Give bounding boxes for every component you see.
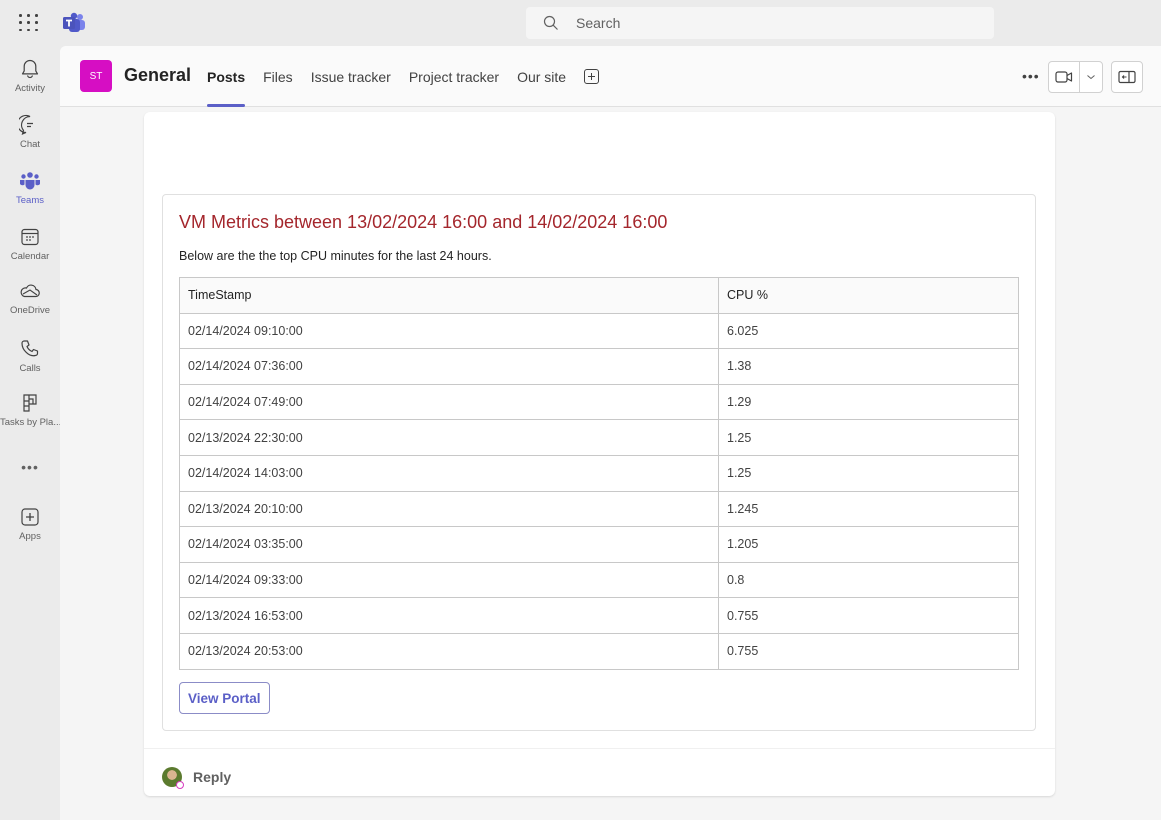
timestamp-cell: 02/14/2024 09:33:00: [179, 561, 719, 599]
timestamp-cell: 02/13/2024 20:53:00: [179, 632, 719, 670]
calendar-icon: [21, 228, 39, 246]
column-header-cpu: CPU %: [718, 277, 1019, 314]
cloud-icon: [20, 284, 40, 298]
column-header-timestamp: TimeStamp: [179, 277, 719, 314]
rail-item-teams[interactable]: Teams: [0, 162, 60, 216]
channel-tabs: Posts Files Issue tracker Project tracke…: [207, 46, 600, 107]
channel-post: VM Metrics between 13/02/2024 16:00 and …: [144, 112, 1055, 796]
more-options-button[interactable]: •••: [1022, 68, 1040, 84]
open-side-panel-button[interactable]: [1111, 61, 1143, 93]
top-bar: Search: [0, 0, 1161, 46]
timestamp-cell: 02/13/2024 20:10:00: [179, 490, 719, 528]
rail-item-calendar[interactable]: Calendar: [0, 218, 60, 272]
adaptive-card: VM Metrics between 13/02/2024 16:00 and …: [162, 194, 1036, 731]
table-row: 02/14/2024 14:03:00 1.25: [179, 454, 1019, 492]
app-launcher-icon[interactable]: [18, 13, 38, 33]
cpu-cell: 1.245: [718, 490, 1019, 528]
tab-project-tracker[interactable]: Project tracker: [409, 46, 499, 107]
channel-header: ST General Posts Files Issue tracker Pro…: [60, 46, 1161, 107]
table-row: 02/14/2024 07:49:00 1.29: [179, 383, 1019, 421]
meet-dropdown-button[interactable]: [1080, 62, 1102, 92]
search-icon: [543, 15, 558, 30]
team-avatar[interactable]: ST: [80, 60, 112, 92]
table-row: 02/13/2024 16:53:00 0.755: [179, 597, 1019, 634]
cpu-cell: 1.205: [718, 526, 1019, 563]
rail-item-tasks[interactable]: Tasks by Pla...: [0, 384, 60, 438]
tab-our-site[interactable]: Our site: [517, 46, 566, 107]
cpu-cell: 1.29: [718, 383, 1019, 421]
timestamp-cell: 02/14/2024 07:36:00: [179, 348, 719, 385]
metrics-table: TimeStamp CPU % 02/14/2024 09:10:00 6.025…: [179, 277, 1019, 670]
table-row: 02/13/2024 20:53:00 0.755: [179, 632, 1019, 670]
video-camera-icon: [1055, 71, 1073, 83]
main-area: ST General Posts Files Issue tracker Pro…: [60, 46, 1161, 820]
table-header-row: TimeStamp CPU %: [179, 277, 1019, 314]
add-apps-icon: [21, 508, 39, 526]
cpu-cell: 0.8: [718, 561, 1019, 599]
phone-icon: [21, 340, 39, 357]
timestamp-cell: 02/13/2024 22:30:00: [179, 419, 719, 456]
chat-icon: [19, 114, 33, 136]
cpu-cell: 1.25: [718, 454, 1019, 492]
rail-item-activity[interactable]: Activity: [0, 50, 60, 104]
search-placeholder: Search: [576, 15, 621, 31]
reply-bar[interactable]: Reply: [144, 748, 1055, 796]
cpu-cell: 0.755: [718, 597, 1019, 634]
card-title: VM Metrics between 13/02/2024 16:00 and …: [179, 212, 668, 232]
user-avatar: [162, 767, 184, 789]
rail-item-calls[interactable]: Calls: [0, 330, 60, 384]
channel-name: General: [124, 65, 192, 85]
reply-button[interactable]: Reply: [193, 769, 231, 785]
tab-posts[interactable]: Posts: [207, 46, 246, 107]
timestamp-cell: 02/14/2024 09:10:00: [179, 312, 719, 350]
table-row: 02/14/2024 07:36:00 1.38: [179, 348, 1019, 385]
teams-icon: [20, 172, 40, 190]
table-row: 02/13/2024 20:10:00 1.245: [179, 490, 1019, 528]
bell-icon: [21, 59, 39, 79]
presence-status-icon: [176, 781, 184, 789]
chevron-down-icon: [1087, 75, 1095, 80]
meet-now-button[interactable]: [1049, 62, 1080, 92]
rail-item-apps[interactable]: Apps: [0, 498, 60, 552]
add-tab-icon[interactable]: [584, 69, 600, 84]
tab-files[interactable]: Files: [263, 46, 293, 107]
timestamp-cell: 02/14/2024 03:35:00: [179, 526, 719, 563]
rail-item-onedrive[interactable]: OneDrive: [0, 272, 60, 326]
search-input[interactable]: Search: [526, 7, 994, 39]
cpu-cell: 0.755: [718, 632, 1019, 670]
table-row: 02/14/2024 09:10:00 6.025: [179, 312, 1019, 350]
table-row: 02/14/2024 09:33:00 0.8: [179, 561, 1019, 599]
timestamp-cell: 02/14/2024 14:03:00: [179, 454, 719, 492]
timestamp-cell: 02/14/2024 07:49:00: [179, 383, 719, 421]
table-row: 02/14/2024 03:35:00 1.205: [179, 526, 1019, 563]
cpu-cell: 1.38: [718, 348, 1019, 385]
cpu-cell: 1.25: [718, 419, 1019, 456]
timestamp-cell: 02/13/2024 16:53:00: [179, 597, 719, 634]
rail-item-chat[interactable]: Chat: [0, 106, 60, 160]
app-rail: Activity Chat Teams Calendar OneDrive Ca…: [0, 46, 60, 820]
view-portal-button[interactable]: View Portal: [179, 682, 270, 714]
cpu-cell: 6.025: [718, 312, 1019, 350]
teams-logo-icon[interactable]: [62, 12, 86, 34]
side-panel-icon: [1118, 70, 1136, 84]
table-row: 02/13/2024 22:30:00 1.25: [179, 419, 1019, 456]
rail-more-button[interactable]: •••: [0, 456, 60, 478]
tab-issue-tracker[interactable]: Issue tracker: [311, 46, 391, 107]
planner-icon: [23, 394, 37, 412]
meet-button-group: [1048, 61, 1103, 93]
card-subtitle: Below are the the top CPU minutes for th…: [179, 249, 492, 263]
